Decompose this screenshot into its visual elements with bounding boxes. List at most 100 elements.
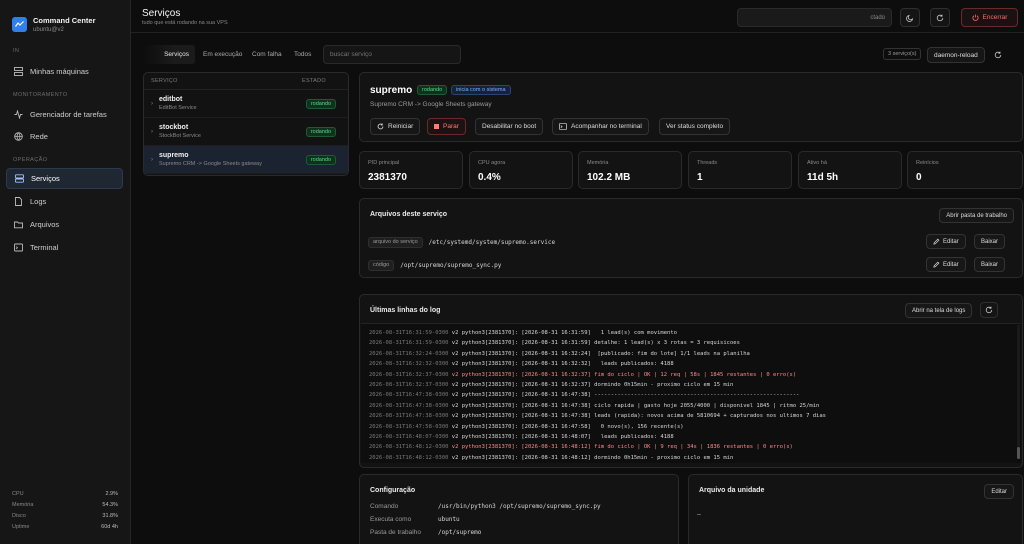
tab-services[interactable]: Serviços [143, 45, 195, 64]
service-list-header: SERVIÇO ESTADO [144, 73, 348, 90]
status-badge: rodando [305, 126, 336, 137]
log-title: Últimas linhas do log [370, 307, 441, 314]
tab-running[interactable]: Em execução [203, 45, 242, 64]
moon-icon [906, 14, 914, 22]
sidebar-item-label: Serviços [31, 174, 60, 183]
edit-file-button[interactable]: Editar [926, 234, 966, 249]
app-root: Command Center ubuntu@v2 IN Minhas máqui… [0, 0, 1024, 544]
daemon-reload-button[interactable]: daemon-reload [927, 47, 985, 63]
activity-icon [14, 110, 23, 119]
metric-restarts: Reinícios 0 [907, 151, 1023, 189]
sidebar-item-label: Rede [30, 132, 48, 141]
brand: Command Center ubuntu@v2 [0, 0, 130, 36]
download-file-button[interactable]: Baixar [974, 234, 1006, 249]
service-filters: Serviços Em execução Com falha Todos 3 s… [131, 45, 1024, 64]
stat-memory: Memória 54.3% [12, 501, 118, 508]
sidebar-item-network[interactable]: Rede [6, 126, 123, 147]
service-row-stockbot[interactable]: › stockbot StockBot Service rodando [144, 118, 348, 146]
refresh-icon [936, 14, 944, 21]
log-line: 2026-08-31T16:47:38-0300 v2 python3[2381… [369, 413, 826, 420]
status-badge: rodando [417, 85, 448, 95]
file-tag: arquivo do serviço [368, 236, 423, 248]
refresh-icon [985, 306, 993, 314]
log-line: 2026-08-31T16:32:37-0300 v2 python3[2381… [369, 371, 797, 378]
refresh-icon [377, 123, 384, 130]
chevron-right-icon: › [151, 156, 153, 163]
boot-badge: inicia com o sistema [451, 85, 511, 95]
folder-icon [14, 220, 23, 229]
theme-toggle-button[interactable] [900, 8, 920, 27]
sidebar-item-files[interactable]: Arquivos [6, 214, 123, 235]
page-subtitle: tudo que está rodando na sua VPS [142, 20, 228, 26]
sidebar-item-logs[interactable]: Logs [6, 191, 123, 212]
page-title: Serviços [142, 8, 181, 19]
config-row-user: Executa como ubuntu [370, 516, 460, 523]
refresh-icon [994, 51, 1001, 58]
sidebar-item-services[interactable]: Serviços [6, 168, 123, 189]
log-line: 2026-08-31T16:32:24-0300 v2 python3[2381… [369, 350, 750, 357]
file-path[interactable]: /etc/systemd/system/supremo.service [429, 239, 555, 246]
sidebar-item-task-manager[interactable]: Gerenciador de tarefas [6, 104, 123, 125]
config-row-command: Comando/usr/bin/python3 /opt/supremo/sup… [370, 503, 601, 510]
sidebar-item-terminal[interactable]: Terminal [6, 237, 123, 258]
metric-memory: Memória 102.2 MB [578, 151, 682, 189]
log-line: 2026-08-31T16:48:12-0300 v2 python3[2381… [369, 454, 734, 461]
globe-icon [14, 132, 23, 141]
sidebar-item-machines[interactable]: Minhas máquinas [6, 61, 123, 82]
edit-unit-button[interactable]: Editar [984, 484, 1014, 499]
chevron-right-icon: › [151, 128, 153, 135]
metric-cpu: CPU agora 0.4% [469, 151, 573, 189]
metric-pid: PID principal 2381370 [359, 151, 463, 189]
log-line: 2026-08-31T16:32:37-0300 v2 python3[2381… [369, 381, 734, 388]
file-row-unit: arquivo do serviço /etc/systemd/system/s… [368, 232, 1008, 252]
config-row-workdir: Pasta de trabalho/opt/supremo [370, 529, 482, 536]
refresh-button[interactable] [930, 8, 950, 27]
sidebar-item-label: Logs [30, 197, 47, 206]
stop-button[interactable]: Parar [427, 118, 466, 135]
sidebar: Command Center ubuntu@v2 IN Minhas máqui… [0, 0, 131, 544]
stop-icon [434, 124, 439, 129]
status-badge: rodando [305, 154, 336, 165]
section-label: IN [13, 48, 20, 54]
global-search[interactable]: ctado [737, 8, 892, 27]
sidebar-item-label: Gerenciador de tarefas [30, 110, 107, 119]
service-row-supremo[interactable]: › supremo Supremo CRM -> Google Sheets ga… [144, 146, 348, 174]
service-files-card: Arquivos deste serviço Abrir pasta de tr… [359, 198, 1023, 278]
refresh-log-button[interactable] [980, 302, 998, 318]
service-row-editbot[interactable]: › editbot EditBot Service rodando [144, 90, 348, 118]
log-line: 2026-08-31T16:31:59-0300 v2 python3[2381… [369, 340, 740, 347]
config-card: Configuração Comando/usr/bin/python3 /op… [359, 474, 679, 544]
status-badge: rodando [305, 98, 336, 109]
section-label: MONITORAMENTO [13, 92, 68, 98]
file-tag: código [368, 259, 395, 271]
log-line: 2026-08-31T16:47:38-0300 v2 python3[2381… [369, 392, 800, 399]
open-workdir-button[interactable]: Abrir pasta de trabalho [939, 208, 1014, 223]
log-scrollbar[interactable] [1017, 325, 1020, 459]
unit-file-card: Arquivo da unidade Editar – [688, 474, 1023, 544]
service-search-input[interactable] [323, 45, 461, 64]
pencil-icon [933, 261, 940, 268]
main-content: Serviços tudo que está rodando na sua VP… [131, 0, 1024, 544]
follow-terminal-button[interactable]: Acompanhar no terminal [552, 118, 649, 135]
document-icon [14, 197, 23, 206]
open-logs-button[interactable]: Abrir na tela de logs [905, 303, 973, 318]
logo-icon [12, 16, 27, 32]
tab-all[interactable]: Todos [294, 45, 311, 64]
log-line: 2026-08-31T16:48:07-0300 v2 python3[2381… [369, 433, 674, 440]
download-file-button[interactable]: Baixar [974, 257, 1006, 272]
edit-file-button[interactable]: Editar [926, 257, 966, 272]
reload-list-button[interactable] [989, 45, 1006, 64]
file-path[interactable]: /opt/supremo/supremo_sync.py [400, 262, 501, 269]
full-status-button[interactable]: Ver status completo [659, 118, 731, 135]
disable-boot-button[interactable]: Desabilitar no boot [475, 118, 544, 135]
scrollbar-thumb[interactable] [1017, 447, 1020, 459]
tab-failed[interactable]: Com falha [252, 45, 282, 64]
unit-file-title: Arquivo da unidade [699, 487, 765, 494]
log-output[interactable]: 2026-08-31T16:31:59-0300 v2 python3[2381… [361, 323, 1021, 463]
metric-threads: Threads 1 [688, 151, 792, 189]
restart-button[interactable]: Reiniciar [370, 118, 421, 135]
end-session-button[interactable]: Encerrar [961, 8, 1018, 27]
pencil-icon [933, 238, 940, 245]
files-title: Arquivos deste serviço [370, 211, 448, 218]
chevron-right-icon: › [151, 100, 153, 107]
